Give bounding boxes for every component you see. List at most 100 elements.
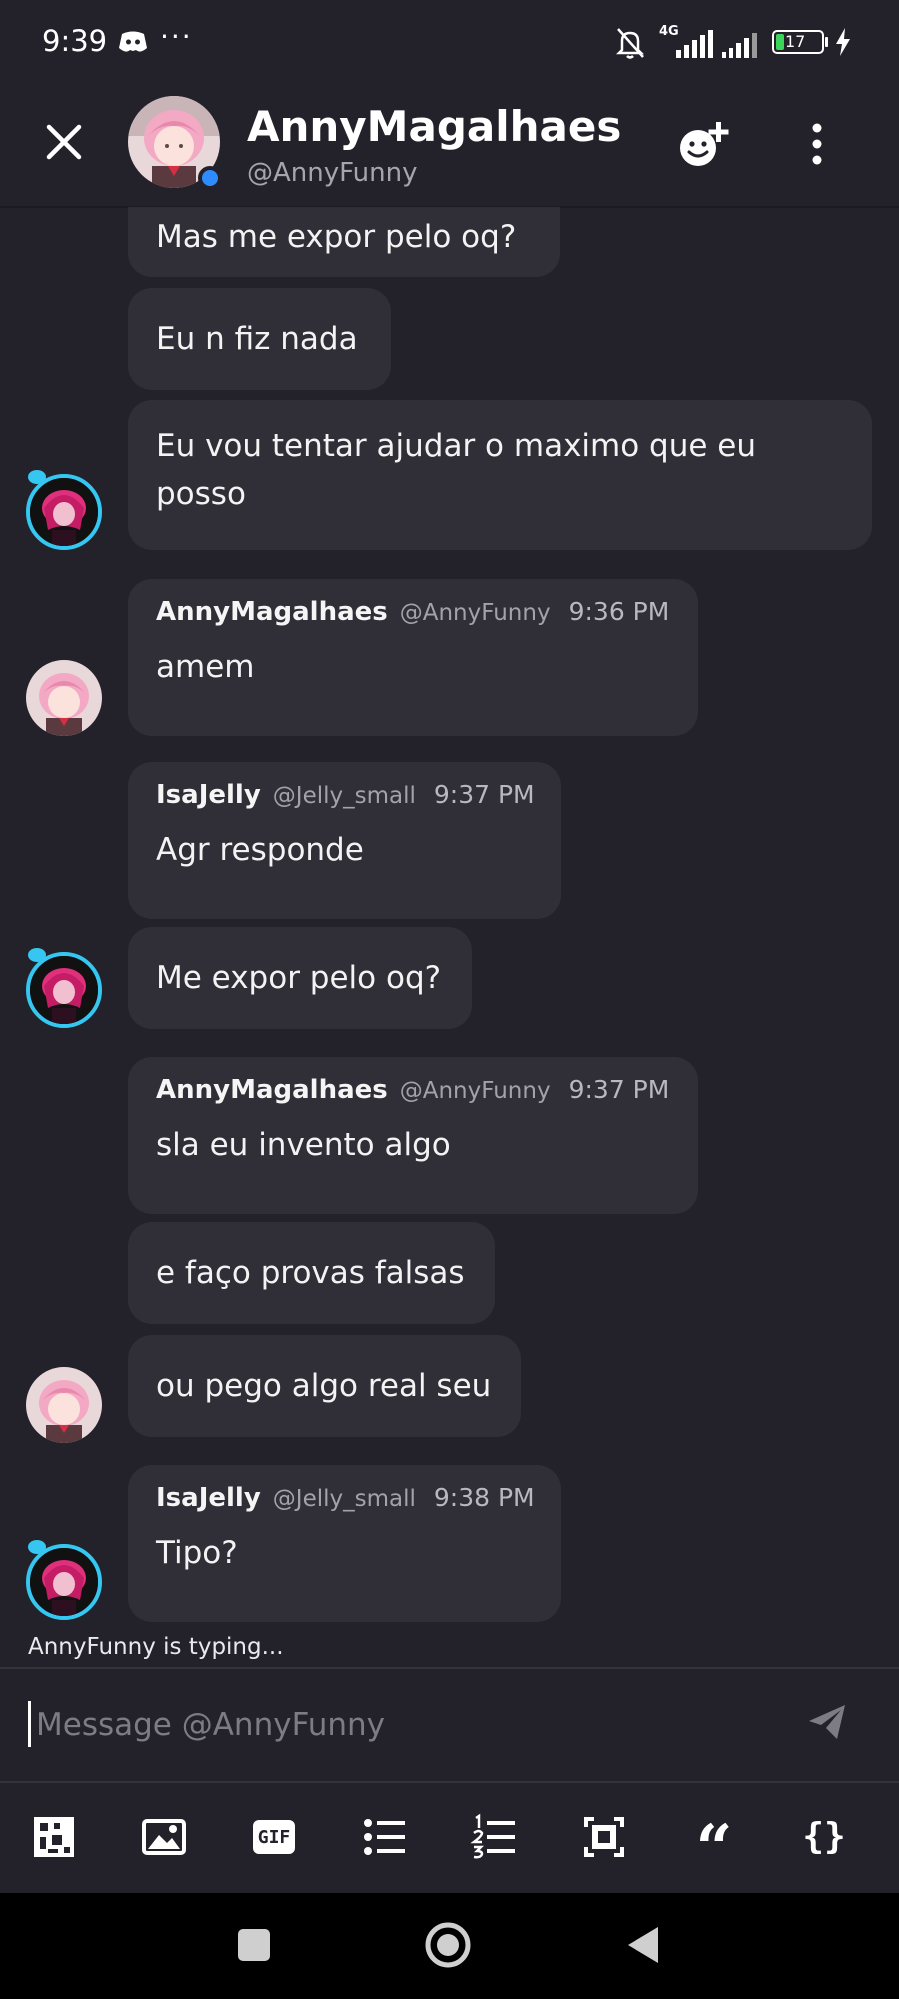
message-bubble[interactable]: Mas me expor pelo oq? (128, 207, 560, 277)
image-icon (142, 1819, 186, 1855)
message-timestamp: 9:37 PM (433, 780, 535, 809)
message-text: sla eu invento algo (156, 1127, 451, 1163)
quote-button[interactable]: “ (690, 1813, 738, 1885)
code-icon: {} (800, 1813, 848, 1861)
message-text: Tipo? (156, 1535, 238, 1571)
message-timestamp: 9:36 PM (568, 597, 670, 626)
bullet-list-icon (364, 1819, 405, 1855)
close-button[interactable] (40, 118, 88, 166)
spoiler-icon (584, 1817, 624, 1857)
message-composer (0, 1667, 899, 1781)
message-bubble[interactable]: Eu n fiz nada (128, 288, 391, 390)
more-options-button[interactable] (800, 120, 834, 168)
user-avatar[interactable] (26, 1544, 102, 1620)
status-bar: 9:39 ··· 4G 17 (0, 0, 899, 84)
text-caret (28, 1701, 31, 1747)
message-handle: @AnnyFunny (399, 1078, 551, 1104)
circle-home-icon (425, 1922, 471, 1968)
home-button[interactable] (418, 1915, 478, 1975)
message-handle: @Jelly_small (272, 783, 416, 809)
numbered-list-icon (470, 1813, 515, 1859)
sticker-button[interactable] (30, 1813, 78, 1861)
message-text: posso (156, 476, 246, 512)
online-status-indicator (198, 166, 222, 190)
message-bubble[interactable]: AnnyMagalhaes @AnnyFunny 9:36 PM amem (128, 579, 698, 736)
formatting-toolbar: GIF “ {} (0, 1781, 899, 1895)
message-bubble[interactable]: e faço provas falsas (128, 1222, 495, 1324)
add-friend-button[interactable] (674, 116, 736, 174)
message-text: Eu n fiz nada (156, 321, 358, 357)
gif-label: GIF (257, 1826, 291, 1848)
square-icon (238, 1929, 270, 1961)
avatar-decoration (28, 948, 46, 962)
message-timestamp: 9:37 PM (568, 1075, 670, 1104)
more-notifications-icon: ··· (160, 20, 193, 53)
bell-off-icon (615, 28, 645, 59)
spoiler-button[interactable] (580, 1813, 628, 1861)
close-icon (46, 124, 82, 160)
add-emoji-icon (680, 122, 729, 166)
avatar-decoration (28, 470, 46, 484)
message-header: IsaJelly @Jelly_small 9:38 PM (156, 1483, 535, 1523)
back-triangle-icon (628, 1927, 658, 1963)
message-text: Agr responde (156, 832, 364, 868)
status-time: 9:39 (42, 24, 108, 58)
message-bubble[interactable]: IsaJelly @Jelly_small 9:37 PM Agr respon… (128, 762, 561, 919)
message-header: IsaJelly @Jelly_small 9:37 PM (156, 780, 535, 820)
message-text: Eu vou tentar ajudar o maximo que eu (156, 428, 757, 464)
message-bubble[interactable]: ou pego algo real seu (128, 1335, 521, 1437)
battery-icon: 17 (772, 30, 824, 54)
message-bubble[interactable]: Me expor pelo oq? (128, 927, 472, 1029)
charging-icon (836, 28, 850, 56)
quote-label: “ (695, 1811, 733, 1886)
send-icon (809, 1705, 845, 1739)
user-avatar[interactable] (26, 660, 102, 736)
user-avatar[interactable] (26, 952, 102, 1028)
system-navigation-bar (0, 1893, 899, 1999)
battery-tip (825, 37, 828, 47)
bullet-list-button[interactable] (360, 1813, 408, 1861)
message-author[interactable]: AnnyMagalhaes (156, 597, 388, 627)
message-timestamp: 9:38 PM (433, 1483, 535, 1512)
typing-indicator: AnnyFunny is typing... (28, 1634, 284, 1660)
user-avatar[interactable] (26, 474, 102, 550)
sticker-icon (34, 1817, 74, 1857)
gif-icon: GIF (253, 1820, 295, 1854)
user-avatar[interactable] (26, 1367, 102, 1443)
send-button[interactable] (806, 1701, 848, 1743)
message-handle: @AnnyFunny (399, 600, 551, 626)
message-bubble[interactable]: IsaJelly @Jelly_small 9:38 PM Tipo? (128, 1465, 561, 1622)
discord-icon (119, 31, 147, 52)
message-text: Me expor pelo oq? (156, 960, 442, 996)
message-text: ou pego algo real seu (156, 1368, 492, 1404)
gif-button[interactable]: GIF (250, 1813, 298, 1861)
message-author[interactable]: AnnyMagalhaes (156, 1075, 388, 1105)
message-author[interactable]: IsaJelly (156, 1483, 261, 1513)
kebab-menu-icon (812, 123, 822, 165)
signal-icon (676, 30, 713, 58)
message-author[interactable]: IsaJelly (156, 780, 261, 810)
message-bubble[interactable]: Eu vou tentar ajudar o maximo que eu pos… (128, 400, 872, 550)
back-button[interactable] (614, 1915, 674, 1975)
contact-handle: @AnnyFunny (247, 158, 418, 188)
message-header: AnnyMagalhaes @AnnyFunny 9:37 PM (156, 1075, 670, 1115)
message-header: AnnyMagalhaes @AnnyFunny 9:36 PM (156, 597, 670, 637)
message-text: Mas me expor pelo oq? (156, 219, 517, 255)
avatar-decoration (28, 1540, 46, 1554)
message-text: e faço provas falsas (156, 1255, 465, 1291)
code-block-button[interactable]: {} (800, 1813, 848, 1861)
message-input[interactable] (36, 1695, 796, 1755)
code-label: {} (802, 1816, 846, 1857)
message-handle: @Jelly_small (272, 1486, 416, 1512)
recents-button[interactable] (224, 1915, 284, 1975)
image-button[interactable] (140, 1813, 188, 1861)
dm-header: AnnyMagalhaes @AnnyFunny (0, 84, 899, 208)
message-list[interactable]: Mas me expor pelo oq? Eu n fiz nada Eu v… (0, 207, 899, 1643)
message-bubble[interactable]: AnnyMagalhaes @AnnyFunny 9:37 PM sla eu … (128, 1057, 698, 1214)
battery-level: 17 (785, 32, 806, 51)
contact-name[interactable]: AnnyMagalhaes (247, 102, 621, 151)
numbered-list-button[interactable] (470, 1813, 518, 1861)
signal-icon (722, 33, 757, 58)
message-text: amem (156, 649, 255, 685)
quote-icon: “ (690, 1813, 738, 1885)
